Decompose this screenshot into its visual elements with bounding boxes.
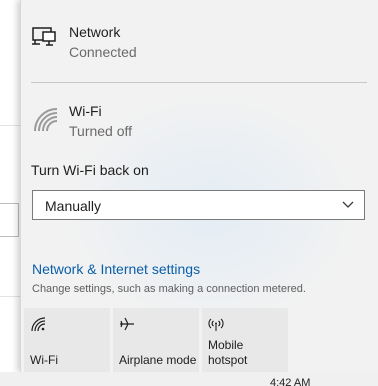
airplane-icon [120, 317, 134, 331]
quick-action-label: Airplane mode [119, 353, 197, 367]
hotspot-icon [208, 318, 224, 331]
quick-action-label: Mobile hotspot [208, 338, 247, 368]
network-settings-link[interactable]: Network & Internet settings [32, 261, 200, 277]
background-divider [0, 125, 20, 126]
background-divider [0, 296, 20, 297]
wifi-back-on-dropdown[interactable]: Manually [32, 190, 365, 220]
connection-status: Turned off [69, 123, 133, 139]
ethernet-network-icon [32, 27, 56, 46]
connection-name: Network [69, 24, 121, 40]
wifi-icon [31, 317, 46, 332]
wifi-back-on-label: Turn Wi-Fi back on [31, 162, 149, 178]
network-flyout: Network Connected Wi-Fi Turned off Turn … [20, 0, 378, 372]
quick-action-label: Wi-Fi [30, 353, 58, 367]
network-settings-description: Change settings, such as making a connec… [32, 283, 306, 295]
quick-action-mobile-hotspot[interactable]: Mobile hotspot [202, 308, 288, 372]
quick-action-label-line: hotspot [208, 353, 248, 367]
taskbar: 4:42 AM [0, 372, 378, 386]
connection-wifi[interactable]: Wi-Fi Turned off [21, 103, 378, 159]
divider [31, 82, 367, 83]
dropdown-selected-value: Manually [45, 198, 102, 214]
wifi-off-icon [34, 108, 58, 132]
connection-name: Wi-Fi [69, 103, 102, 119]
taskbar-clock[interactable]: 4:42 AM [270, 377, 310, 386]
chevron-down-icon [342, 201, 354, 208]
quick-action-wifi[interactable]: Wi-Fi [24, 308, 110, 372]
quick-action-label-line: Mobile [208, 338, 244, 352]
background-input-field[interactable] [0, 203, 19, 237]
connection-network[interactable]: Network Connected [21, 24, 378, 80]
background-app [0, 0, 20, 386]
connection-status: Connected [69, 44, 137, 60]
quick-action-airplane-mode[interactable]: Airplane mode [113, 308, 199, 372]
